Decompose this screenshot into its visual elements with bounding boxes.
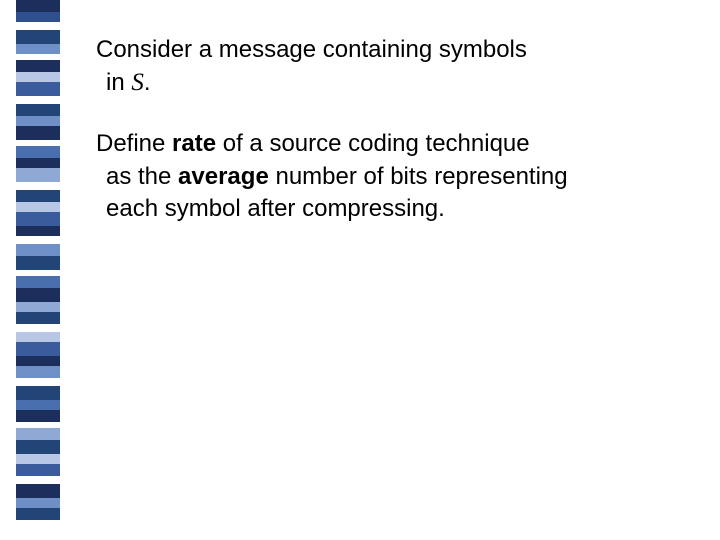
ribbon-segment	[16, 288, 60, 302]
ribbon-segment	[16, 126, 60, 140]
ribbon-segment	[16, 60, 60, 72]
ribbon-segment	[16, 202, 60, 212]
ribbon-segment	[16, 342, 60, 356]
p1-line1: Consider a message containing symbols	[96, 36, 527, 63]
ribbon-segment	[16, 212, 60, 226]
p1-line2a: in	[106, 69, 131, 96]
ribbon-segment	[16, 116, 60, 126]
slide-content: Consider a message containing symbols in…	[96, 34, 706, 253]
paragraph-2: Define rate of a source coding technique…	[96, 128, 706, 225]
ribbon-segment	[16, 22, 60, 30]
ribbon-segment	[16, 464, 60, 476]
ribbon-segment	[16, 476, 60, 484]
ribbon-segment	[16, 182, 60, 190]
ribbon-segment	[16, 440, 60, 454]
ribbon-segment	[16, 332, 60, 342]
ribbon-segment	[16, 498, 60, 508]
ribbon-segment	[16, 356, 60, 366]
ribbon-segment	[16, 302, 60, 312]
ribbon-segment	[16, 146, 60, 158]
ribbon-segment	[16, 366, 60, 378]
term-rate: rate	[172, 130, 216, 157]
term-average: average	[178, 163, 269, 190]
ribbon-segment	[16, 454, 60, 464]
ribbon-segment	[16, 236, 60, 244]
ribbon-segment	[16, 72, 60, 82]
ribbon-segment	[16, 324, 60, 332]
ribbon-segment	[16, 378, 60, 386]
ribbon-segment	[16, 276, 60, 288]
ribbon-segment	[16, 12, 60, 22]
ribbon-segment	[16, 256, 60, 270]
p2-line2a: as the	[106, 163, 178, 190]
ribbon-segment	[16, 410, 60, 422]
ribbon-segment	[16, 312, 60, 324]
decorative-ribbon	[16, 0, 60, 540]
ribbon-segment	[16, 244, 60, 256]
paragraph-1: Consider a message containing symbols in…	[96, 34, 706, 100]
ribbon-segment	[16, 226, 60, 236]
ribbon-segment	[16, 190, 60, 202]
ribbon-segment	[16, 104, 60, 116]
ribbon-segment	[16, 508, 60, 520]
ribbon-segment	[16, 484, 60, 498]
ribbon-segment	[16, 30, 60, 44]
p1-line2c: .	[144, 69, 151, 96]
ribbon-segment	[16, 386, 60, 400]
ribbon-segment	[16, 0, 60, 12]
ribbon-segment	[16, 158, 60, 168]
ribbon-segment	[16, 428, 60, 440]
p2-line1c: of a source coding technique	[216, 130, 530, 157]
p2-line3: each symbol after compressing.	[96, 195, 445, 222]
ribbon-segment	[16, 168, 60, 182]
symbol-set-s: S	[131, 69, 144, 96]
ribbon-segment	[16, 96, 60, 104]
ribbon-segment	[16, 400, 60, 410]
p2-line1a: Define	[96, 130, 172, 157]
ribbon-segment	[16, 82, 60, 96]
p2-line2c: number of bits representing	[269, 163, 568, 190]
ribbon-segment	[16, 44, 60, 54]
